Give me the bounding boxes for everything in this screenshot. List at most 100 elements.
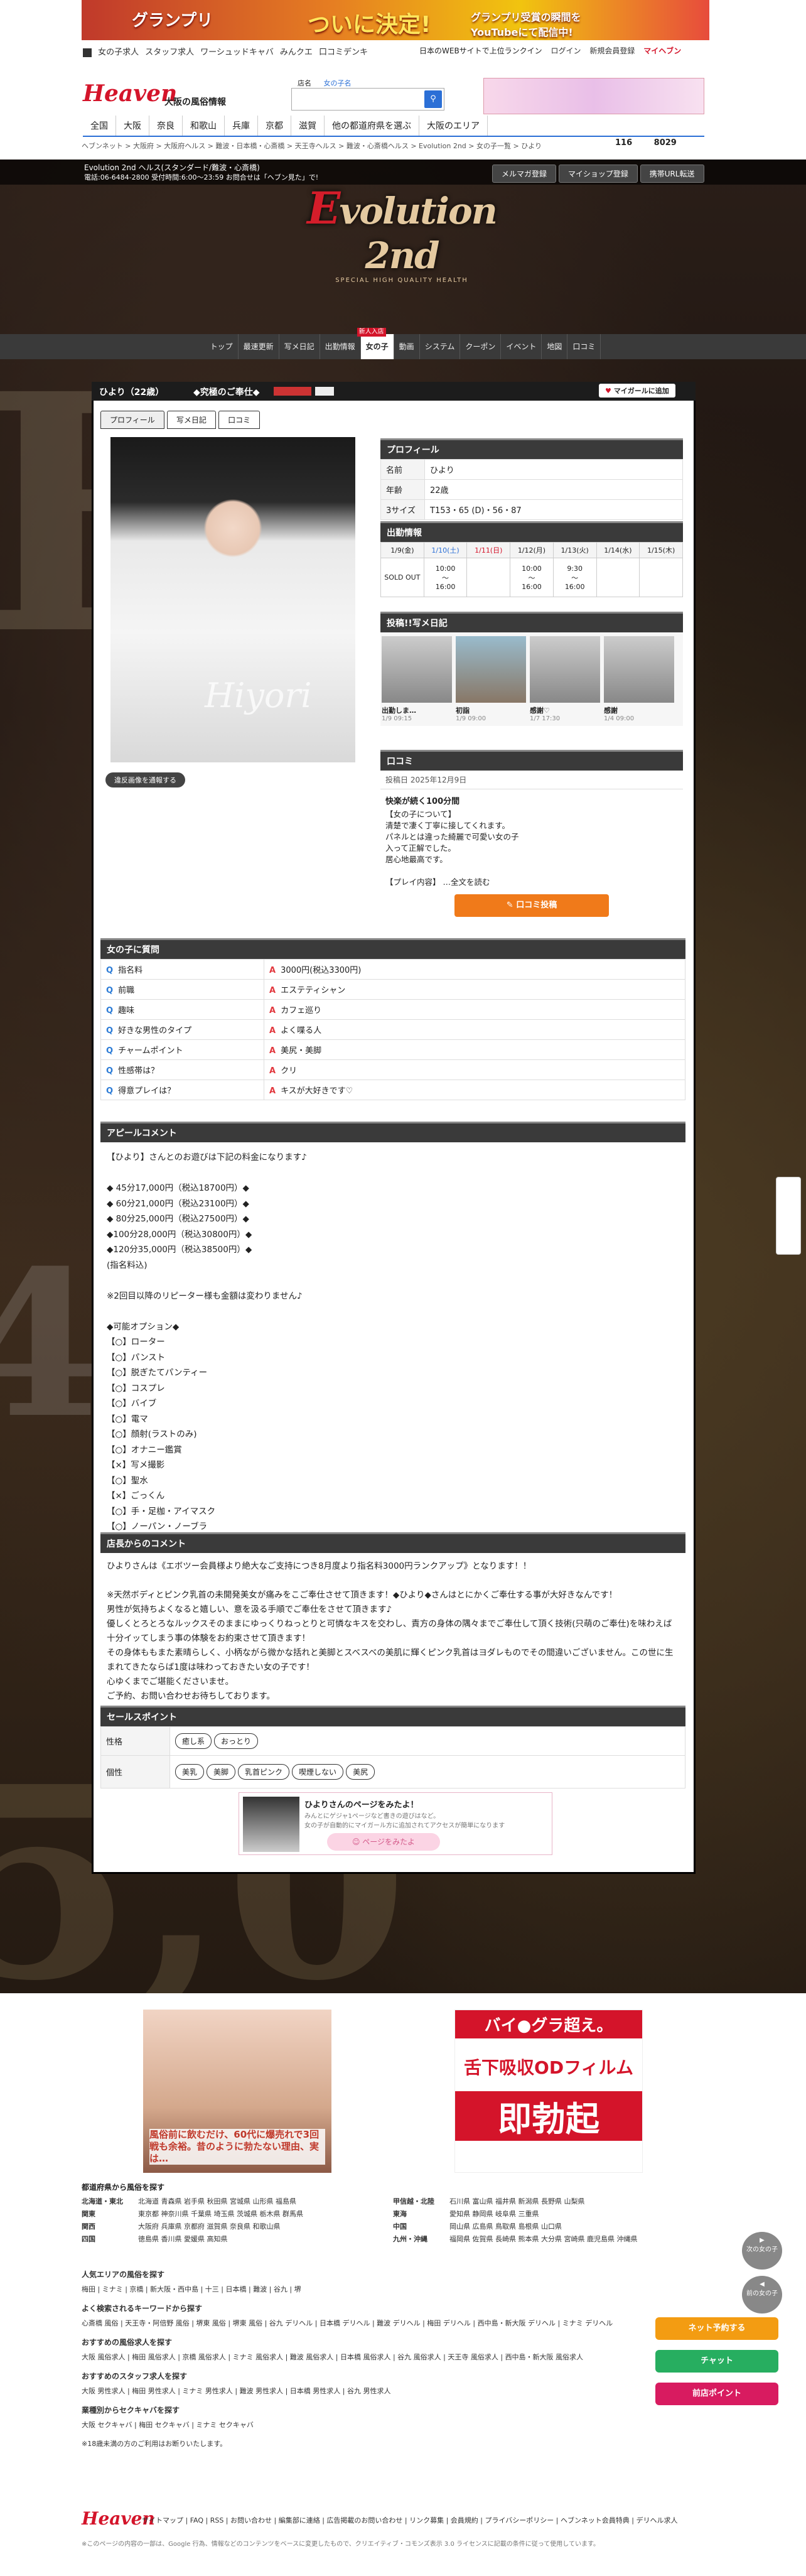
next-girl-button[interactable]: ▶ 次の女の子 bbox=[742, 2232, 782, 2270]
region-prefs[interactable]: 岡山県 広島県 鳥取県 島根県 山口県 bbox=[449, 2222, 562, 2231]
search-input[interactable] bbox=[291, 88, 444, 111]
shop-nav-item[interactable]: 動画 bbox=[394, 334, 420, 359]
report-image-button[interactable]: 違反画像を通報する bbox=[105, 772, 185, 787]
profile-key: 年齢 bbox=[380, 479, 425, 500]
region-prefs[interactable]: 北海道 青森県 岩手県 秋田県 宮城県 山形県 福島県 bbox=[138, 2197, 296, 2205]
region-prefs[interactable]: 福岡県 佐賀県 長崎県 熊本県 大分県 宮崎県 鹿児島県 沖縄県 bbox=[449, 2235, 637, 2243]
pop-links[interactable]: 梅田 | ミナミ | 京橋 | 新大阪・西中島 | 十三 | 日本橋 | 難波 … bbox=[82, 2283, 647, 2296]
header-link[interactable]: 口コミデンキ bbox=[319, 48, 368, 57]
region-prefs[interactable]: 大阪府 兵庫県 京都府 滋賀県 奈良県 和歌山県 bbox=[138, 2222, 280, 2231]
header-link[interactable]: スタッフ求人 bbox=[145, 48, 194, 57]
profile-value: ひより bbox=[424, 459, 683, 480]
category-item[interactable]: 大阪 bbox=[116, 116, 149, 136]
search-icon[interactable]: ⚲ bbox=[424, 90, 442, 108]
header-link[interactable]: ワーシュッドキャバ bbox=[200, 48, 274, 57]
region-prefs[interactable]: 愛知県 静岡県 岐阜県 三重県 bbox=[449, 2210, 539, 2218]
mobile-url-button[interactable]: 携帯URL転送 bbox=[640, 165, 704, 183]
recruit-links[interactable]: 大阪 風俗求人 | 梅田 風俗求人 | 京橋 風俗求人 | ミナミ 風俗求人 |… bbox=[82, 2351, 647, 2364]
category-item[interactable]: 和歌山 bbox=[183, 116, 225, 136]
girl-photo[interactable]: Hiyori bbox=[110, 437, 355, 762]
mailmag-button[interactable]: メルマガ登録 bbox=[492, 165, 557, 183]
side-share-widget[interactable] bbox=[776, 1177, 801, 1255]
category-item[interactable]: 滋賀 bbox=[291, 116, 325, 136]
category-item[interactable]: 兵庫 bbox=[225, 116, 258, 136]
category-item[interactable]: 他の都道府県を選ぶ bbox=[325, 116, 419, 136]
login-link[interactable]: ログイン bbox=[551, 46, 581, 55]
page-seen-button[interactable]: ☺ ページをみたよ bbox=[327, 1833, 440, 1851]
category-item[interactable]: 全国 bbox=[83, 116, 116, 136]
footer-links[interactable]: サイトマップ | FAQ | RSS | お問い合わせ | 編集部に連絡 | 広… bbox=[142, 2514, 707, 2527]
kw-links[interactable]: 心斎橋 風俗 | 天王寺・阿倍野 風俗 | 堺東 風俗 | 堺東 風俗 | 谷九… bbox=[82, 2317, 647, 2330]
add-mygirl-button[interactable]: ♥ マイガールに追加 bbox=[599, 384, 675, 398]
shop-name: Evolution 2nd ヘルス(スタンダード/難波・心斎橋) bbox=[84, 163, 260, 172]
diary-date: 1/4 09:00 bbox=[604, 715, 635, 722]
staff-links[interactable]: 大阪 男性求人 | 梅田 男性求人 | ミナミ 男性求人 | 難波 男性求人 |… bbox=[82, 2385, 647, 2398]
sales-table: 性格 癒し系 おっとり 個性 美乳 美脚 乳首ピンク 喫煙しない 美尻 bbox=[100, 1726, 685, 1789]
shop-logo[interactable]: Evolution 2nd SPECIAL HIGH QUALITY HEALT… bbox=[289, 182, 515, 284]
diary-item[interactable]: 感謝 1/4 09:00 bbox=[604, 636, 674, 722]
diary-item[interactable]: 感謝♡ 1/7 17:30 bbox=[530, 636, 600, 722]
kw-heading: よく検索されるキーワードから探す bbox=[82, 2304, 203, 2313]
footer-ad-left-text: 風俗前に飲むだけ、60代に爆売れで3回戦も余裕。昔のように勃たない理由、実は… bbox=[149, 2129, 325, 2165]
shop-nav-item[interactable]: システム bbox=[420, 334, 461, 359]
qa-row: Q チャームポイント A 美尻・美脚 bbox=[100, 1039, 685, 1060]
qa-row: Q 前職 A エステティシャン bbox=[100, 979, 685, 1000]
diary-item[interactable]: 出勤しま… 1/9 09:15 bbox=[382, 636, 452, 722]
menu-icon[interactable] bbox=[83, 48, 92, 57]
shop-nav-item-active[interactable]: 新人入店 女の子 bbox=[357, 328, 394, 359]
category-item[interactable]: 京都 bbox=[258, 116, 291, 136]
footer-ad-left[interactable]: 風俗前に飲むだけ、60代に爆売れで3回戦も余裕。昔のように勃たない理由、実は… bbox=[143, 2010, 331, 2173]
schedule-day: 1/14(水) bbox=[596, 542, 640, 558]
region-prefs[interactable]: 東京都 神奈川県 千葉県 埼玉県 茨城県 栃木県 群馬県 bbox=[138, 2210, 303, 2218]
diary-date: 1/9 09:15 bbox=[382, 715, 412, 722]
next-arrow-icon: ▶ bbox=[760, 2237, 765, 2244]
qa-question: 指名料 bbox=[118, 966, 143, 975]
myshop-button[interactable]: マイショップ登録 bbox=[558, 165, 638, 183]
shop-nav-item[interactable]: 口コミ bbox=[567, 334, 601, 359]
age-note: ※18歳未満の方のご利用はお断りいたします。 bbox=[82, 2440, 227, 2448]
diary-thumbnail bbox=[530, 636, 600, 703]
shop-nav-item[interactable]: 出勤情報 bbox=[320, 334, 361, 359]
header-link[interactable]: みんクエ bbox=[280, 48, 313, 57]
header-link[interactable]: 女の子求人 bbox=[98, 48, 139, 57]
shop-nav-item[interactable]: クーポン bbox=[460, 334, 502, 359]
diary-item[interactable]: 初詣 1/9 09:00 bbox=[456, 636, 526, 722]
card-header: ひより（22歳） ◆究極のご奉仕◆ ♥ マイガールに追加 bbox=[92, 382, 696, 401]
region-prefs[interactable]: 徳島県 香川県 愛媛県 高知県 bbox=[138, 2235, 228, 2243]
shop-nav-item[interactable]: トップ bbox=[205, 334, 239, 359]
schedule-day: 1/13(火) bbox=[552, 542, 597, 558]
chat-button[interactable]: チャット bbox=[655, 2350, 778, 2373]
search-tab-shop[interactable]: 店名 bbox=[298, 79, 311, 87]
top-ad-banner[interactable]: グランプリ ついに決定! グランプリ受賞の瞬間をYouTubeにて配信中! bbox=[82, 0, 709, 40]
schedule-time: SOLD OUT bbox=[380, 558, 424, 597]
shop-comment-text: ひよりさんは《エボツー会員様より絶大なご支持につき8月度より指名料3000円ラン… bbox=[107, 1561, 674, 1701]
tab-profile[interactable]: プロフィール bbox=[100, 411, 164, 429]
schedule-section: 出勤情報 1/9(金) 1/10(土) 1/11(日) 1/12(月) 1/13(火) 1… bbox=[380, 521, 683, 597]
category-item[interactable]: 大阪のエリア bbox=[419, 116, 488, 136]
search-tab-girl[interactable]: 女の子名 bbox=[324, 79, 352, 87]
shop-nav-item[interactable]: イベント bbox=[501, 334, 542, 359]
diary-thumbnail bbox=[382, 636, 452, 703]
shop-nav-item[interactable]: 地図 bbox=[542, 334, 568, 359]
review-post-button[interactable]: ✎ 口コミ投稿 bbox=[454, 894, 609, 917]
site-logo[interactable]: Heaven bbox=[83, 80, 177, 107]
prev-girl-button[interactable]: ◀ 前の女の子 bbox=[742, 2276, 782, 2314]
schedule-time: 9:30 〜 16:00 bbox=[552, 558, 597, 597]
footer-ad-right[interactable]: バイ●グラ超え。 舌下吸収ODフィルム 即勃起 bbox=[454, 2010, 643, 2173]
mypage-link[interactable]: マイヘブン bbox=[643, 46, 681, 55]
header-ad-banner[interactable] bbox=[483, 78, 704, 114]
tab-diary[interactable]: 写メ日記 bbox=[166, 411, 216, 429]
cabaret-links[interactable]: 大阪 セクキャバ | 梅田 セクキャバ | ミナミ セクキャバ bbox=[82, 2419, 647, 2432]
category-item[interactable]: 奈良 bbox=[149, 116, 183, 136]
shop-nav-item[interactable]: 最速更新 bbox=[239, 334, 279, 359]
region-prefs[interactable]: 石川県 富山県 福井県 新潟県 長野県 山梨県 bbox=[449, 2197, 584, 2205]
shop-nav-item[interactable]: 写メ日記 bbox=[279, 334, 320, 359]
tab-review[interactable]: 口コミ bbox=[218, 411, 261, 429]
header-account-links: 日本のWEBサイトで上位ランクイン ログイン 新規会員登録 マイヘブン bbox=[419, 45, 681, 56]
appeal-section: アピールコメント 【ひより】さんとのお遊びは下記の料金になります♪ ◆ 45分1… bbox=[100, 1122, 685, 1557]
site-footer: 風俗前に飲むだけ、60代に爆売れで3回戦も余裕。昔のように勃たない理由、実は… … bbox=[0, 1993, 806, 2576]
qa-section: 女の子に質問 Q 指名料 A 3000円(税込3300円) Q 前職 A エステティシャン … bbox=[100, 938, 685, 1100]
point-button[interactable]: 前店ポイント bbox=[655, 2383, 778, 2405]
net-reserve-button[interactable]: ネット予約する bbox=[655, 2317, 778, 2340]
register-link[interactable]: 新規会員登録 bbox=[589, 46, 635, 55]
